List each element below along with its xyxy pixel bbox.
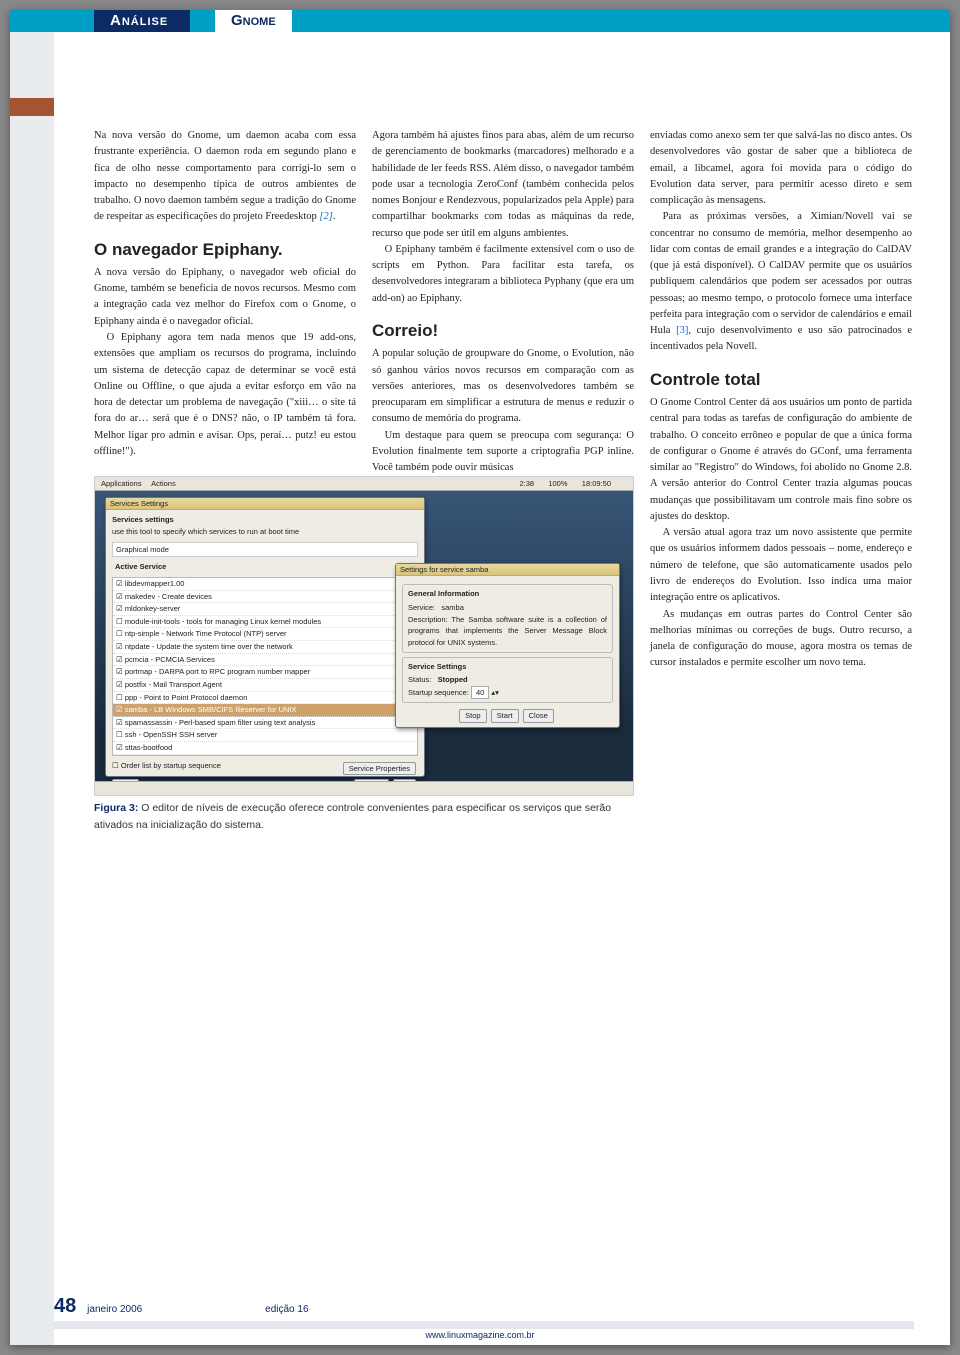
list-item[interactable]: libdevmapper1.00 xyxy=(113,578,417,591)
page: Análise Gnome Na nova versão do Gnome, u… xyxy=(10,10,950,1345)
start-button[interactable]: Start xyxy=(491,709,519,723)
thumb-tab xyxy=(10,98,54,116)
caption-text: O editor de níveis de execução oferece c… xyxy=(94,802,611,830)
paragraph: A popular solução de groupware do Gnome,… xyxy=(372,346,634,427)
text: Na nova versão do Gnome, um daemon acaba… xyxy=(94,130,356,222)
list-item[interactable]: samba - LB Windows SMB/CIFS fileserver f… xyxy=(113,704,417,717)
status-value: Stopped xyxy=(438,675,468,684)
list-item[interactable]: sttas-bootfood xyxy=(113,742,417,755)
window-services-settings[interactable]: Services Settings Services settings use … xyxy=(105,497,425,777)
group-title: Service Settings xyxy=(408,661,607,673)
value: samba xyxy=(441,603,464,612)
label: Description: xyxy=(408,615,448,624)
list-item[interactable]: module-init-tools - tools for managing L… xyxy=(113,616,417,629)
issue-date: janeiro 2006 xyxy=(87,1304,142,1315)
startup-seq-input[interactable]: 40 xyxy=(471,686,489,700)
screenshot-services: Applications Actions 2:38 100% 18:09:50 … xyxy=(94,476,634,796)
paragraph: enviadas como anexo sem ter que salvá-la… xyxy=(650,128,912,209)
order-label: Order list by startup sequence xyxy=(121,761,221,770)
paragraph: Na nova versão do Gnome, um daemon acaba… xyxy=(94,128,356,226)
heading-correio: Correio! xyxy=(372,318,634,344)
citation-link[interactable]: [3] xyxy=(676,325,688,336)
article-body: Na nova versão do Gnome, um daemon acaba… xyxy=(94,128,914,1248)
time-applet[interactable]: 18:09:50 xyxy=(582,479,611,488)
paragraph: Um destaque para quem se preocupa com se… xyxy=(372,428,634,477)
list-header: Active Service xyxy=(112,561,418,573)
order-checkbox[interactable] xyxy=(112,761,121,770)
text: Para as próximas versões, a Ximian/Novel… xyxy=(650,211,912,336)
paragraph: A nova versão do Epiphany, o navegador w… xyxy=(94,265,356,330)
heading-controle-total: Controle total xyxy=(650,367,912,393)
group-service-settings: Service Settings Status: Stopped Startup… xyxy=(402,657,613,704)
list-item[interactable]: spamassassin - Perl-based spam filter us… xyxy=(113,717,417,730)
heading-epiphany: O navegador Epiphany. xyxy=(94,237,356,263)
menu-actions[interactable]: Actions xyxy=(151,479,176,488)
stop-button[interactable]: Stop xyxy=(459,709,486,723)
list-item[interactable]: pcmcia - PCMCIA Services xyxy=(113,654,417,667)
group-general-info: General Information Service: samba Descr… xyxy=(402,584,613,652)
gnome-top-panel: Applications Actions 2:38 100% 18:09:50 xyxy=(95,477,633,491)
menu-applications[interactable]: Applications xyxy=(101,479,141,488)
window-subtext: use this tool to specify which services … xyxy=(112,527,299,536)
text: . xyxy=(333,211,336,222)
titlebar[interactable]: Settings for service samba xyxy=(396,564,619,576)
footer-rule xyxy=(54,1321,914,1329)
list-item[interactable]: portmap - DARPA port to RPC program numb… xyxy=(113,666,417,679)
footer-url: www.linuxmagazine.com.br xyxy=(10,1329,950,1343)
list-item[interactable]: ntpdate - Update the system time over th… xyxy=(113,641,417,654)
citation-link[interactable]: [2] xyxy=(319,211,332,222)
page-number: 48 xyxy=(54,1295,76,1317)
list-item[interactable]: ppp - Point to Point Protocol daemon xyxy=(113,692,417,705)
column-3: enviadas como anexo sem ter que salvá-la… xyxy=(650,128,912,833)
figure-3: Applications Actions 2:38 100% 18:09:50 … xyxy=(94,476,634,833)
paragraph: Para as próximas versões, a Ximian/Novel… xyxy=(650,209,912,355)
paragraph: Agora também há ajustes finos para abas,… xyxy=(372,128,634,242)
titlebar[interactable]: Services Settings xyxy=(106,498,424,510)
battery-applet[interactable]: 100% xyxy=(548,479,567,488)
edition-number: edição 16 xyxy=(265,1304,308,1315)
list-item[interactable]: ntp-simple - Network Time Protocol (NTP)… xyxy=(113,628,417,641)
service-properties-button[interactable]: Service Properties xyxy=(343,762,416,776)
gnome-bottom-panel xyxy=(95,781,633,795)
list-item[interactable]: mldonkey-server xyxy=(113,603,417,616)
clock-applet[interactable]: 2:38 xyxy=(519,479,534,488)
paragraph: O Epiphany também é facilmente extensíve… xyxy=(372,242,634,307)
services-list[interactable]: libdevmapper1.00makedev - Create devices… xyxy=(112,577,418,756)
runlevel-selector[interactable]: Graphical mode xyxy=(112,542,418,558)
window-heading: Services settings xyxy=(112,515,174,524)
section-label: Análise xyxy=(94,10,190,32)
list-item[interactable]: postfix - Mail Transport Agent xyxy=(113,679,417,692)
paragraph: O Gnome Control Center dá aos usuários u… xyxy=(650,395,912,525)
list-item[interactable]: ssh - OpenSSH SSH server xyxy=(113,729,417,742)
text: , cujo desenvolvimento e uso são patroci… xyxy=(650,325,912,352)
page-footer: 48 janeiro 2006 edição 16 xyxy=(54,1291,914,1319)
label: Service: xyxy=(408,603,435,612)
list-item[interactable]: makedev - Create devices xyxy=(113,591,417,604)
topic-label: Gnome xyxy=(215,10,292,32)
figure-number: Figura 3: xyxy=(94,802,138,814)
side-margin xyxy=(10,10,54,1345)
paragraph: O Epiphany agora tem nada menos que 19 a… xyxy=(94,330,356,460)
window-service-properties[interactable]: Settings for service samba General Infor… xyxy=(395,563,620,728)
close-button[interactable]: Close xyxy=(523,709,554,723)
column-2: Agora também há ajustes finos para abas,… xyxy=(372,128,634,476)
group-title: General Information xyxy=(408,588,607,600)
header-ribbon: Análise Gnome xyxy=(10,10,950,32)
label: Startup sequence: xyxy=(408,688,469,697)
paragraph: As mudanças em outras partes do Control … xyxy=(650,607,912,672)
spinner-icon[interactable]: ▴▾ xyxy=(491,688,499,697)
figure-caption: Figura 3: O editor de níveis de execução… xyxy=(94,800,634,833)
column-1: Na nova versão do Gnome, um daemon acaba… xyxy=(94,128,356,476)
paragraph: A versão atual agora traz um novo assist… xyxy=(650,525,912,606)
label: Status: xyxy=(408,675,431,684)
